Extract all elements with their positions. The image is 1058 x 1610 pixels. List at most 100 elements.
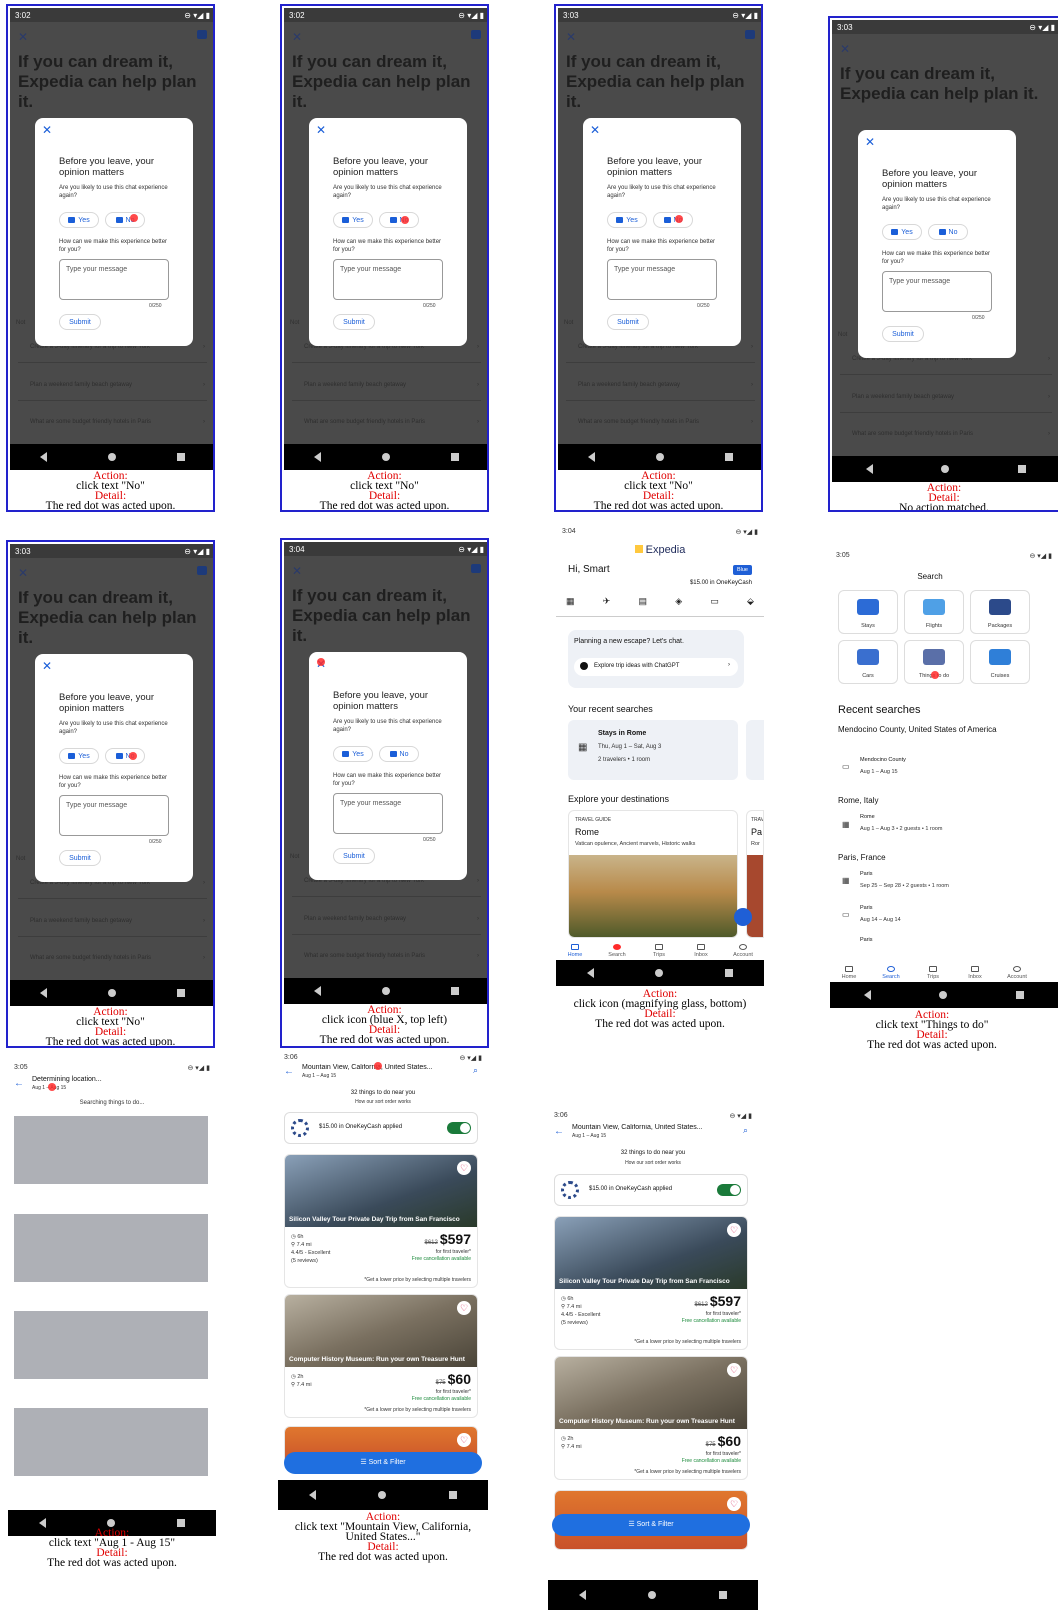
chat-fab-icon[interactable] bbox=[734, 908, 752, 926]
flight-icon[interactable]: ✈ bbox=[603, 596, 611, 610]
back-icon[interactable] bbox=[38, 1518, 46, 1528]
tab-home[interactable]: Home bbox=[558, 944, 592, 958]
heart-icon[interactable]: ♡ bbox=[727, 1497, 741, 1511]
heart-icon[interactable]: ♡ bbox=[457, 1161, 471, 1175]
package-icon[interactable]: ▤ bbox=[638, 596, 647, 610]
hotel-icon[interactable]: ▦ bbox=[566, 596, 575, 610]
no-button[interactable]: No bbox=[653, 212, 693, 228]
tab-search[interactable]: Search bbox=[874, 966, 908, 980]
back-icon[interactable] bbox=[864, 990, 872, 1000]
tab-inbox[interactable]: Inbox bbox=[958, 966, 992, 980]
cash-toggle[interactable] bbox=[447, 1122, 471, 1134]
home-icon[interactable] bbox=[655, 969, 664, 977]
home-icon[interactable] bbox=[107, 1519, 116, 1527]
back-icon[interactable] bbox=[309, 1490, 317, 1500]
home-icon[interactable] bbox=[378, 1491, 387, 1499]
submit-button[interactable]: Submit bbox=[59, 850, 101, 866]
back-arrow-icon[interactable]: ← bbox=[554, 1126, 564, 1137]
tab-inbox[interactable]: Inbox bbox=[684, 944, 718, 958]
cash-toggle[interactable] bbox=[717, 1184, 741, 1196]
sort-note[interactable]: How our sort order works bbox=[278, 1099, 488, 1105]
heart-icon[interactable]: ♡ bbox=[727, 1223, 741, 1237]
yes-button[interactable]: Yes bbox=[607, 212, 647, 228]
tab-trips[interactable]: Trips bbox=[642, 944, 676, 958]
tile-cars[interactable]: Cars bbox=[838, 640, 898, 684]
no-button[interactable]: No bbox=[379, 746, 419, 762]
destination-card[interactable]: TRAVEL GUIDE Rome Vatican opulence, Anci… bbox=[568, 810, 738, 938]
dialog-close-icon[interactable]: ✕ bbox=[42, 659, 52, 673]
home-icon[interactable] bbox=[941, 465, 950, 473]
yes-button[interactable]: Yes bbox=[333, 212, 373, 228]
sort-filter-button[interactable]: ☰ Sort & Filter bbox=[552, 1514, 750, 1536]
yes-button[interactable]: Yes bbox=[59, 748, 99, 764]
back-arrow-icon[interactable]: ← bbox=[284, 1066, 294, 1077]
back-icon[interactable] bbox=[40, 452, 48, 462]
activity-card[interactable]: ♡ Silicon Valley Tour Private Day Trip f… bbox=[284, 1154, 478, 1288]
ticket-icon[interactable]: ▭ bbox=[710, 596, 719, 610]
location-title[interactable]: Mountain View, California, United States… bbox=[572, 1124, 728, 1131]
activity-card[interactable]: ♡ Silicon Valley Tour Private Day Trip f… bbox=[554, 1216, 748, 1350]
message-input[interactable]: Type your message bbox=[59, 795, 169, 836]
message-input[interactable]: Type your message bbox=[59, 259, 169, 300]
sort-filter-button[interactable]: ☰ Sort & Filter bbox=[284, 1452, 482, 1474]
submit-button[interactable]: Submit bbox=[333, 848, 375, 864]
message-input[interactable]: Type your message bbox=[607, 259, 717, 300]
recents-icon[interactable] bbox=[1015, 991, 1024, 999]
back-icon[interactable] bbox=[40, 988, 48, 998]
tile-cruises[interactable]: Cruises bbox=[970, 640, 1030, 684]
message-input[interactable]: Type your message bbox=[333, 259, 443, 300]
heart-icon[interactable]: ♡ bbox=[457, 1301, 471, 1315]
chatgpt-button[interactable]: Explore trip ideas with ChatGPT › bbox=[574, 658, 738, 676]
tab-search[interactable]: Search bbox=[600, 944, 634, 958]
recents-icon[interactable] bbox=[725, 969, 734, 977]
no-button[interactable]: No bbox=[379, 212, 419, 228]
tab-account[interactable]: Account bbox=[1000, 966, 1034, 980]
heart-icon[interactable]: ♡ bbox=[727, 1363, 741, 1377]
recents-icon[interactable] bbox=[718, 1591, 727, 1599]
recents-icon[interactable] bbox=[450, 453, 459, 461]
no-button[interactable]: No bbox=[105, 212, 145, 228]
car-icon[interactable]: ◈ bbox=[675, 596, 682, 610]
no-button[interactable]: No bbox=[928, 224, 968, 240]
home-icon[interactable] bbox=[648, 1591, 657, 1599]
yes-button[interactable]: Yes bbox=[59, 212, 99, 228]
yes-button[interactable]: Yes bbox=[882, 224, 922, 240]
home-icon[interactable] bbox=[107, 989, 116, 997]
recents-icon[interactable] bbox=[448, 1491, 457, 1499]
recent-search-card-2[interactable] bbox=[746, 720, 764, 780]
back-icon[interactable] bbox=[579, 1590, 587, 1600]
tab-home[interactable]: Home bbox=[832, 966, 866, 980]
recents-icon[interactable] bbox=[176, 453, 185, 461]
dates[interactable]: Aug 1 – Aug 15 bbox=[572, 1133, 606, 1139]
back-icon[interactable] bbox=[586, 968, 594, 978]
yes-button[interactable]: Yes bbox=[333, 746, 373, 762]
tile-things-to-do[interactable]: Things to do bbox=[904, 640, 964, 684]
back-icon[interactable] bbox=[866, 464, 874, 474]
submit-button[interactable]: Submit bbox=[59, 314, 101, 330]
message-input[interactable]: Type your message bbox=[882, 271, 992, 312]
recents-icon[interactable] bbox=[724, 453, 733, 461]
tile-packages[interactable]: Packages bbox=[970, 590, 1030, 634]
home-icon[interactable] bbox=[939, 991, 948, 999]
sort-note[interactable]: How our sort order works bbox=[548, 1160, 758, 1166]
activity-card[interactable]: ♡ Computer History Museum: Run your own … bbox=[554, 1356, 748, 1480]
no-button[interactable]: No bbox=[105, 748, 145, 764]
dialog-close-icon[interactable]: ✕ bbox=[42, 123, 52, 137]
dialog-close-icon[interactable]: ✕ bbox=[590, 123, 600, 137]
submit-button[interactable]: Submit bbox=[882, 326, 924, 342]
message-input[interactable]: Type your message bbox=[333, 793, 443, 834]
back-icon[interactable] bbox=[314, 452, 322, 462]
back-arrow-icon[interactable]: ← bbox=[14, 1078, 24, 1089]
heart-icon[interactable]: ♡ bbox=[457, 1433, 471, 1447]
home-icon[interactable] bbox=[381, 453, 390, 461]
back-icon[interactable] bbox=[588, 452, 596, 462]
tile-flights[interactable]: Flights bbox=[904, 590, 964, 634]
cruise-icon[interactable]: ⬙ bbox=[747, 596, 754, 610]
home-icon[interactable] bbox=[107, 453, 116, 461]
dialog-close-icon[interactable]: ✕ bbox=[316, 123, 326, 137]
back-icon[interactable] bbox=[314, 986, 322, 996]
dates[interactable]: Aug 1 – Aug 15 bbox=[302, 1073, 336, 1079]
home-icon[interactable] bbox=[655, 453, 664, 461]
home-icon[interactable] bbox=[381, 987, 390, 995]
search-icon[interactable]: ⌕ bbox=[743, 1125, 748, 1136]
